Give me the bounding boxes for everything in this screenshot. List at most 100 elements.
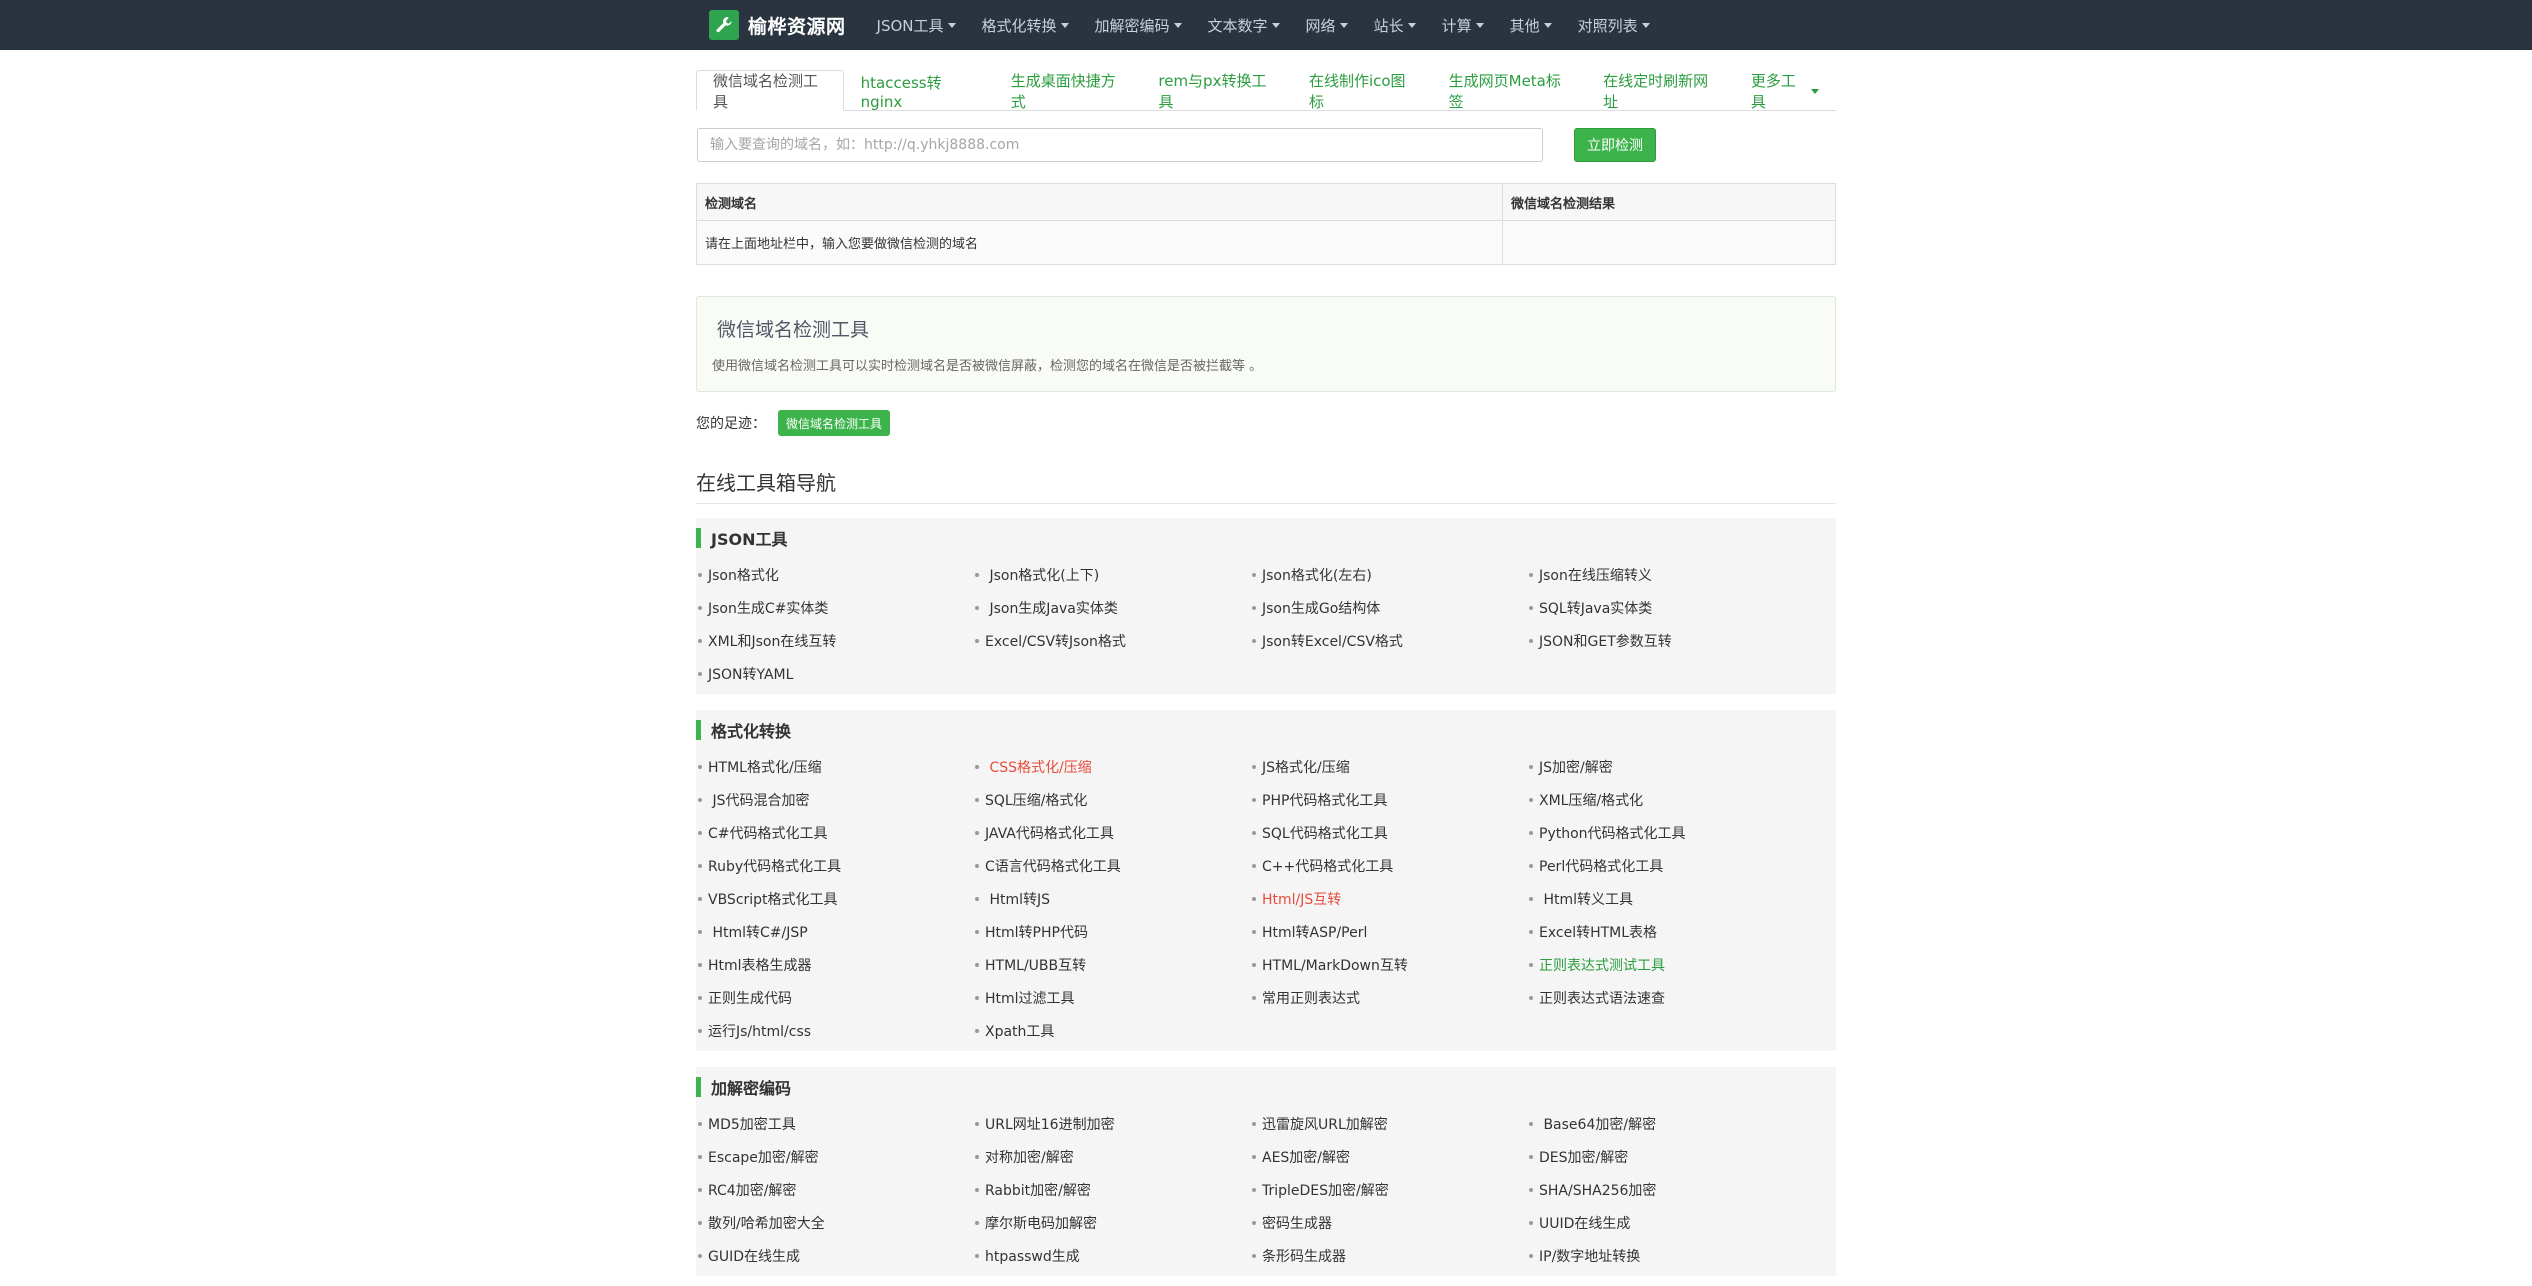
tool-link[interactable]: SQL压缩/格式化	[975, 783, 1252, 816]
tool-link[interactable]: XML和Json在线互转	[698, 624, 975, 657]
tool-link[interactable]: Html转义工具	[1529, 882, 1806, 915]
tool-link[interactable]: CSS格式化/压缩	[975, 750, 1252, 783]
tool-link[interactable]: JS加密/解密	[1529, 750, 1806, 783]
footprint-badge[interactable]: 微信域名检测工具	[778, 410, 891, 436]
nav-item-8[interactable]: 对照列表	[1565, 0, 1663, 50]
tool-link[interactable]: Json生成C#实体类	[698, 591, 975, 624]
tool-link[interactable]: PHP代码格式化工具	[1252, 783, 1529, 816]
tool-link[interactable]: SQL转Java实体类	[1529, 591, 1806, 624]
tab-5[interactable]: 生成网页Meta标签	[1432, 70, 1587, 111]
tool-link[interactable]: 常用正则表达式	[1252, 981, 1529, 1014]
tool-link[interactable]: Json格式化	[698, 558, 975, 591]
tool-link[interactable]: JS格式化/压缩	[1252, 750, 1529, 783]
tool-link[interactable]: Json在线压缩转义	[1529, 558, 1806, 591]
tool-link[interactable]: 散列/哈希加密大全	[698, 1206, 975, 1239]
tool-link[interactable]: JAVA代码格式化工具	[975, 816, 1252, 849]
row-hint-text: 请在上面地址栏中，输入您要做微信检测的域名	[696, 220, 1503, 265]
nav-item-2[interactable]: 加解密编码	[1082, 0, 1195, 50]
tool-link[interactable]: XML压缩/格式化	[1529, 783, 1806, 816]
tool-link[interactable]: Json生成Go结构体	[1252, 591, 1529, 624]
tool-link[interactable]: RC4加密/解密	[698, 1173, 975, 1206]
tool-link[interactable]: HTML/UBB互转	[975, 948, 1252, 981]
tab-0[interactable]: 微信域名检测工具	[696, 70, 844, 111]
tab-1[interactable]: htaccess转nginx	[844, 70, 994, 111]
tool-link[interactable]: 正则表达式测试工具	[1529, 948, 1806, 981]
tool-link[interactable]: 对称加密/解密	[975, 1140, 1252, 1173]
nav-item-1[interactable]: 格式化转换	[969, 0, 1082, 50]
tool-link[interactable]: DES加密/解密	[1529, 1140, 1806, 1173]
nav-item-7[interactable]: 其他	[1497, 0, 1565, 50]
tool-link[interactable]: 正则生成代码	[698, 981, 975, 1014]
tool-link-label: HTML/UBB互转	[985, 957, 1087, 974]
tab-7[interactable]: 更多工具	[1734, 70, 1836, 111]
tool-link[interactable]: Html转JS	[975, 882, 1252, 915]
tool-link-label: Json格式化(上下)	[985, 567, 1100, 584]
tool-link[interactable]: 条形码生成器	[1252, 1239, 1529, 1272]
check-button[interactable]: 立即检测	[1574, 128, 1656, 162]
tool-link[interactable]: URL网址16进制加密	[975, 1107, 1252, 1140]
tool-link[interactable]: JS代码混合加密	[698, 783, 975, 816]
tool-link-label: Json生成C#实体类	[708, 600, 829, 617]
nav-item-6[interactable]: 计算	[1429, 0, 1497, 50]
tool-link-label: JAVA代码格式化工具	[985, 825, 1114, 842]
tool-link[interactable]: Json格式化(左右)	[1252, 558, 1529, 591]
tool-link[interactable]: UUID在线生成	[1529, 1206, 1806, 1239]
tool-link[interactable]: 正则表达式语法速查	[1529, 981, 1806, 1014]
tool-link[interactable]: Ruby代码格式化工具	[698, 849, 975, 882]
tool-link[interactable]: Xpath工具	[975, 1014, 1252, 1047]
tool-link[interactable]: Base64加密/解密	[1529, 1107, 1806, 1140]
tool-link[interactable]: TripleDES加密/解密	[1252, 1173, 1529, 1206]
domain-search-input[interactable]	[697, 128, 1543, 162]
tool-link[interactable]: Html转C#/JSP	[698, 915, 975, 948]
tool-link[interactable]: C#代码格式化工具	[698, 816, 975, 849]
tool-link[interactable]: HTML格式化/压缩	[698, 750, 975, 783]
tool-link[interactable]: Rabbit加密/解密	[975, 1173, 1252, 1206]
tool-link[interactable]: Html转PHP代码	[975, 915, 1252, 948]
tool-link[interactable]: JSON转YAML	[698, 657, 975, 690]
tool-link[interactable]: JSON和GET参数互转	[1529, 624, 1806, 657]
tool-link[interactable]: 迅雷旋风URL加解密	[1252, 1107, 1529, 1140]
tool-link[interactable]: Excel转HTML表格	[1529, 915, 1806, 948]
tool-link[interactable]: C语言代码格式化工具	[975, 849, 1252, 882]
tool-link[interactable]: Json格式化(上下)	[975, 558, 1252, 591]
tool-link[interactable]: htpasswd生成	[975, 1239, 1252, 1272]
tool-link-label: PHP代码格式化工具	[1262, 792, 1388, 809]
nav-item-3[interactable]: 文本数字	[1195, 0, 1293, 50]
tool-link[interactable]: Json生成Java实体类	[975, 591, 1252, 624]
bullet-icon	[1252, 638, 1256, 643]
tool-link[interactable]: Html/JS互转	[1252, 882, 1529, 915]
tool-link[interactable]: 摩尔斯电码加解密	[975, 1206, 1252, 1239]
nav-item-0[interactable]: JSON工具	[864, 0, 969, 50]
tool-link[interactable]: HTML/MarkDown互转	[1252, 948, 1529, 981]
bullet-icon	[698, 995, 702, 1000]
tool-link[interactable]: Html表格生成器	[698, 948, 975, 981]
tool-link[interactable]: VBScript格式化工具	[698, 882, 975, 915]
info-description: 使用微信域名检测工具可以实时检测域名是否被微信屏蔽，检测您的域名在微信是否被拦截…	[712, 359, 1263, 374]
tool-link[interactable]: Html转ASP/Perl	[1252, 915, 1529, 948]
tool-link[interactable]: Json转Excel/CSV格式	[1252, 624, 1529, 657]
tool-link[interactable]: MD5加密工具	[698, 1107, 975, 1140]
tool-link[interactable]: 密码生成器	[1252, 1206, 1529, 1239]
tool-link-label: VBScript格式化工具	[708, 891, 838, 908]
tool-link[interactable]: IP/数字地址转换	[1529, 1239, 1806, 1272]
result-table: 检测域名 微信域名检测结果 请在上面地址栏中，输入您要做微信检测的域名	[696, 183, 1836, 265]
tool-link[interactable]: C++代码格式化工具	[1252, 849, 1529, 882]
brand[interactable]: 榆桦资源网	[709, 0, 846, 50]
tab-6[interactable]: 在线定时刷新网址	[1586, 70, 1734, 111]
tool-link[interactable]: AES加密/解密	[1252, 1140, 1529, 1173]
tool-link[interactable]: Escape加密/解密	[698, 1140, 975, 1173]
nav-item-5[interactable]: 站长	[1361, 0, 1429, 50]
tool-link[interactable]: Html过滤工具	[975, 981, 1252, 1014]
tab-3[interactable]: rem与px转换工具	[1141, 70, 1292, 111]
tool-link[interactable]: Perl代码格式化工具	[1529, 849, 1806, 882]
nav-item-4[interactable]: 网络	[1293, 0, 1361, 50]
tool-link[interactable]: GUID在线生成	[698, 1239, 975, 1272]
tool-link[interactable]: SHA/SHA256加密	[1529, 1173, 1806, 1206]
tool-link[interactable]: Python代码格式化工具	[1529, 816, 1806, 849]
category-header: 格式化转换	[696, 710, 1836, 750]
tool-link[interactable]: Excel/CSV转Json格式	[975, 624, 1252, 657]
tool-link[interactable]: SQL代码格式化工具	[1252, 816, 1529, 849]
tab-2[interactable]: 生成桌面快捷方式	[994, 70, 1142, 111]
tool-link[interactable]: 运行Js/html/css	[698, 1014, 975, 1047]
tab-4[interactable]: 在线制作ico图标	[1292, 70, 1432, 111]
